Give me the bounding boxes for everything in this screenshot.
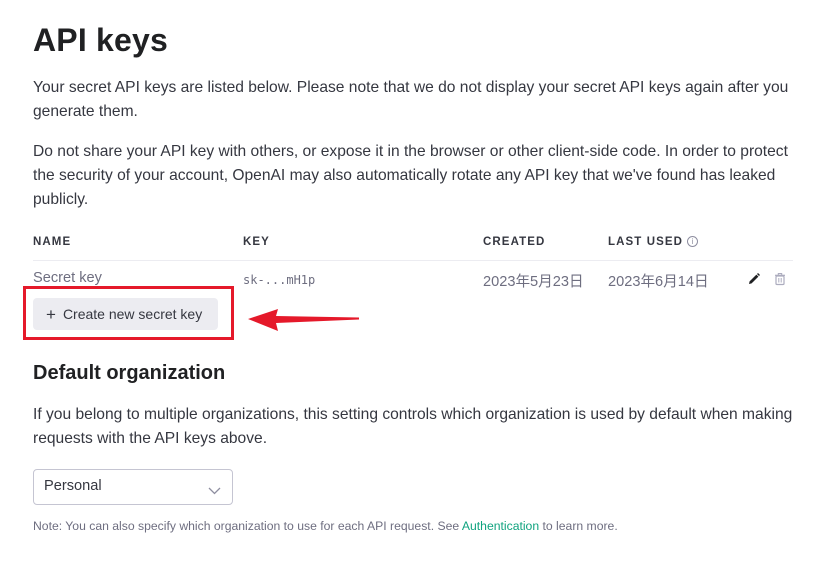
intro-paragraph-2: Do not share your API key with others, o… [33, 143, 788, 208]
organization-select-value: Personal [44, 478, 102, 494]
annotation-arrow-icon [248, 309, 359, 331]
page-title: API keys [33, 22, 169, 58]
column-header-key: KEY [243, 236, 270, 248]
organization-note: Note: You can also specify which organiz… [33, 519, 618, 533]
column-header-name: NAME [33, 236, 72, 248]
pencil-icon[interactable] [747, 272, 761, 286]
key-last-used-date: 2023年6月14日 [608, 274, 709, 290]
default-organization-description: If you belong to multiple organizations,… [33, 406, 793, 447]
column-header-created: CREATED [483, 236, 546, 248]
highlight-annotation-box [23, 286, 234, 340]
table-header: NAME KEY CREATED LAST USED i [33, 236, 793, 261]
default-organization-heading: Default organization [33, 362, 226, 384]
key-value: sk-...mH1p [243, 273, 316, 287]
key-name: Secret key [33, 270, 102, 286]
intro-paragraph-1: Your secret API keys are listed below. P… [33, 79, 789, 120]
key-created-date: 2023年5月23日 [483, 274, 584, 290]
chevron-down-icon [208, 482, 221, 500]
column-header-last-used: LAST USED i [608, 236, 699, 248]
authentication-link[interactable]: Authentication [462, 519, 539, 533]
info-icon[interactable]: i [687, 236, 699, 247]
organization-select[interactable]: Personal [33, 469, 233, 505]
trash-icon[interactable] [773, 272, 787, 286]
